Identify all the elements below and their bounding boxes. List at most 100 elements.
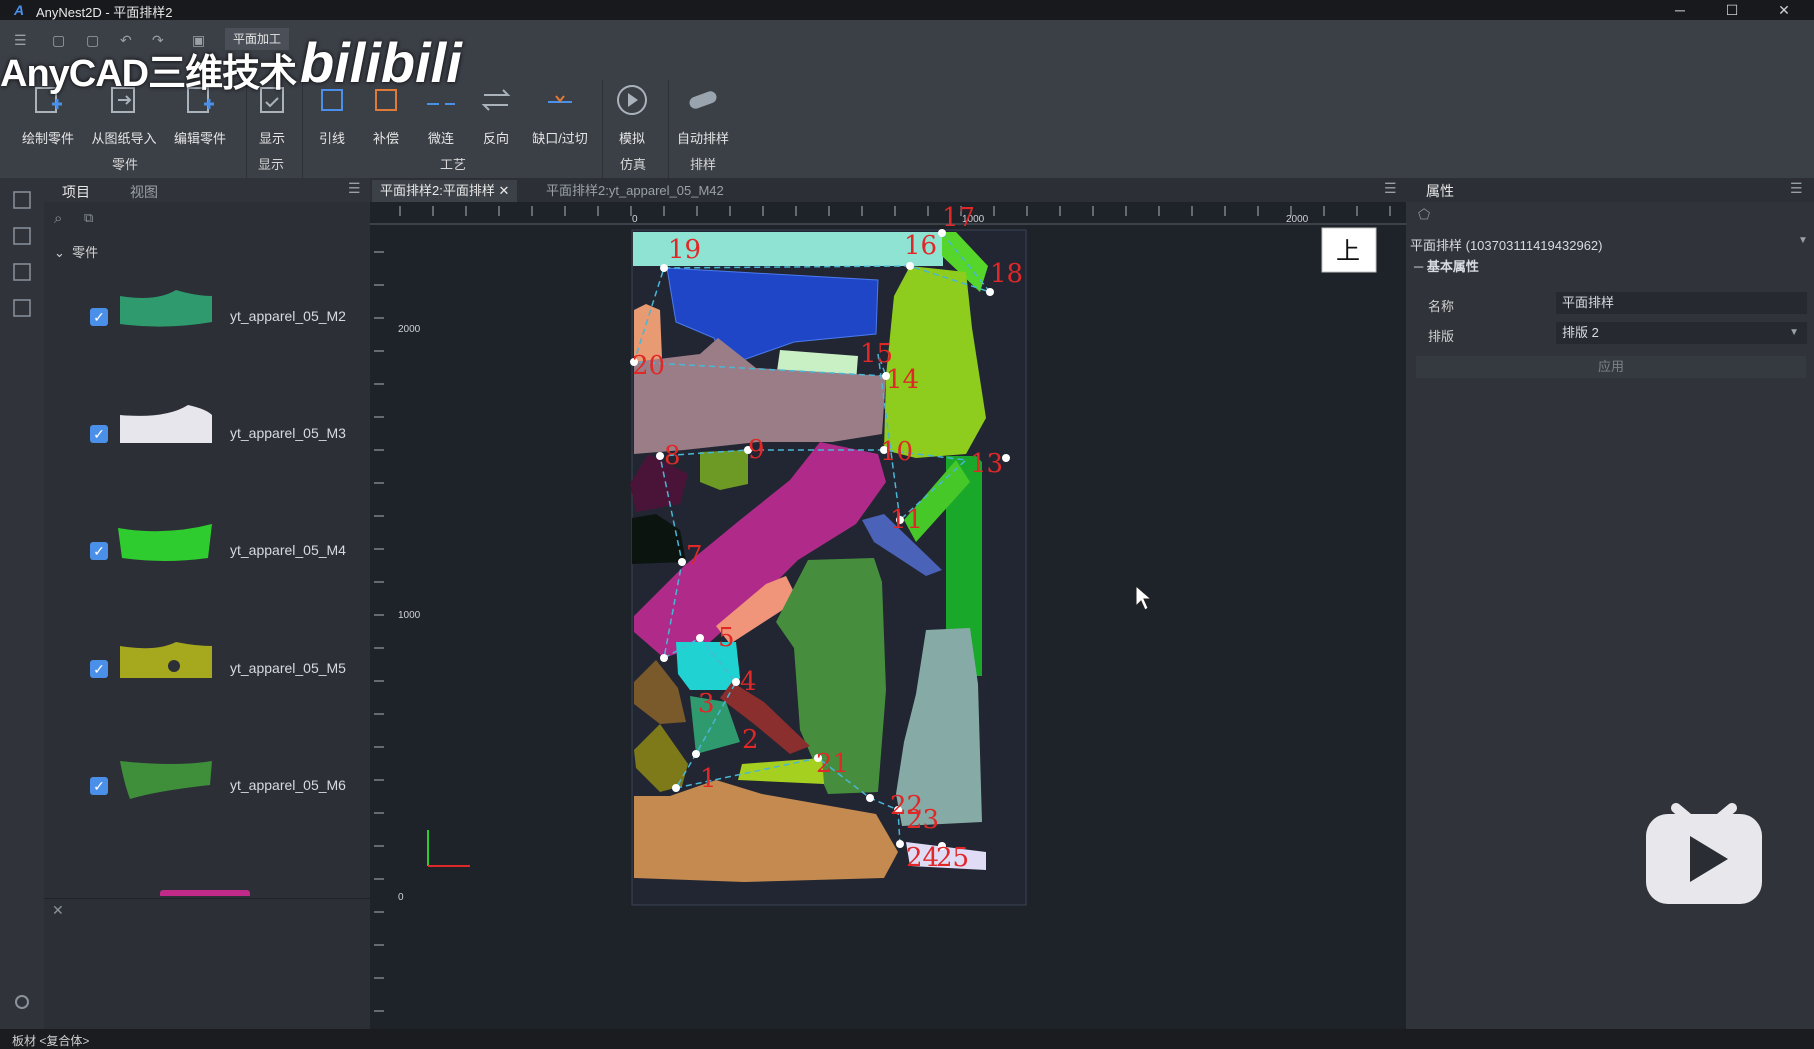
- maximize-button[interactable]: ☐: [1712, 0, 1752, 20]
- object-selector[interactable]: 平面排样 (103703111419432962) ▼: [1406, 232, 1814, 254]
- path-label: 25: [936, 843, 969, 873]
- toolpath-node[interactable]: [660, 654, 668, 662]
- title-bar: A AnyNest2D - 平面排样2 ─ ☐ ✕: [0, 0, 1814, 20]
- tree-root-parts[interactable]: ⌄ 零件: [54, 242, 98, 261]
- group-simulation-label: 仿真: [620, 157, 647, 172]
- notch-button[interactable]: 缺口/过切: [524, 64, 596, 154]
- chevron-down-icon: ▼: [1789, 327, 1799, 338]
- name-field[interactable]: 平面排样: [1556, 292, 1807, 314]
- path-label: 5: [718, 623, 735, 653]
- toolpath-node[interactable]: [896, 840, 904, 848]
- reverse-icon: [481, 89, 511, 111]
- path-label: 8: [664, 441, 681, 471]
- path-label: 9: [748, 435, 765, 465]
- nesting-canvas[interactable]: 平面排样2:平面排样 ✕ 平面排样2:yt_apparel_05_M42 ☰ 0…: [370, 178, 1406, 1029]
- apply-button[interactable]: 应用: [1416, 356, 1806, 378]
- tab-nesting-main[interactable]: 平面排样2:平面排样 ✕: [372, 180, 518, 202]
- project-panel: 项目 视图 ☰ ⌕ ⧉ ⌄ 零件 ✓ yt_apparel_05_M2 ✓ yt…: [44, 178, 408, 1029]
- path-label: 3: [698, 689, 715, 719]
- canvas-menu-icon[interactable]: ☰: [1384, 180, 1397, 197]
- search-icon[interactable]: ⌕: [54, 210, 62, 227]
- path-label: 10: [880, 437, 913, 467]
- part[interactable]: [700, 450, 748, 490]
- ruler-top-label: 0: [632, 214, 638, 225]
- section-basic-properties[interactable]: ─ 基本属性: [1414, 256, 1479, 275]
- path-label: 2: [742, 725, 759, 755]
- path-label: 20: [632, 351, 665, 381]
- layers-icon[interactable]: [12, 262, 32, 282]
- auto-nest-icon: [689, 91, 717, 109]
- toolpath-node[interactable]: [732, 678, 740, 686]
- ruler-left-label: 2000: [398, 324, 421, 335]
- tab-view[interactable]: 视图: [130, 182, 158, 202]
- toolpath-node[interactable]: [656, 452, 664, 460]
- panel-menu-icon[interactable]: ☰: [348, 180, 361, 197]
- group-nesting-label: 排样: [690, 157, 717, 172]
- part-thumbnail-icon: [118, 524, 212, 561]
- view-cube-label: 上: [1336, 237, 1360, 265]
- path-label: 17: [942, 203, 975, 233]
- reverse-button[interactable]: 反向: [460, 64, 532, 154]
- checkbox[interactable]: ✓: [90, 777, 108, 795]
- ruler-left-ticks: [374, 251, 384, 1012]
- toolpath-node[interactable]: [906, 262, 914, 270]
- simulate-button[interactable]: 模拟: [596, 64, 668, 154]
- tree-icon[interactable]: [12, 190, 32, 210]
- toolpath-node[interactable]: [866, 794, 874, 802]
- list-item[interactable]: ✓ yt_apparel_05_M3: [44, 387, 354, 487]
- checkbox[interactable]: ✓: [90, 542, 108, 560]
- toolpath-node[interactable]: [678, 558, 686, 566]
- chevron-down-icon: ▼: [1798, 235, 1808, 246]
- notch-icon: [548, 95, 572, 103]
- auto-nest-button[interactable]: 自动排样: [667, 64, 739, 154]
- copy-icon[interactable]: ⧉: [84, 210, 93, 226]
- ruler-top-label: 2000: [1286, 214, 1309, 225]
- path-label: 13: [970, 449, 1003, 479]
- close-button[interactable]: ✕: [1764, 0, 1804, 20]
- layout-label: 排版: [1428, 329, 1455, 344]
- checkbox[interactable]: ✓: [90, 660, 108, 678]
- canvas-drawing[interactable]: 0 1000 2000 2000 1000 0 1 2 3 4 5 7 8 9 …: [370, 202, 1406, 1029]
- panel-menu-icon[interactable]: ☰: [1790, 180, 1803, 197]
- path-label: 14: [886, 365, 919, 395]
- list-item[interactable]: ✓ yt_apparel_05_M5: [44, 622, 354, 722]
- axis-indicator: [427, 830, 470, 867]
- part-thumbnail-icon: [120, 761, 212, 799]
- status-text: 板材 <复合体>: [12, 1034, 90, 1048]
- part-thumbnail-icon: [120, 642, 212, 678]
- gear-icon[interactable]: [12, 992, 32, 1012]
- properties-panel: 属性 ☰ ⬠ 平面排样 (103703111419432962) ▼ ─ 基本属…: [1406, 178, 1814, 1029]
- sheet-icon[interactable]: [12, 298, 32, 318]
- path-label: 1: [700, 764, 717, 794]
- chevron-down-icon: ⌄: [54, 245, 73, 260]
- checkbox[interactable]: ✓: [90, 425, 108, 443]
- list-item[interactable]: ✓ yt_apparel_05_M6: [44, 739, 354, 839]
- toolpath-node[interactable]: [1002, 454, 1010, 462]
- minimize-button[interactable]: ─: [1660, 0, 1700, 20]
- tab-properties[interactable]: 属性: [1426, 181, 1454, 201]
- part-thumbnail-icon: [120, 290, 212, 327]
- tab-nesting-part[interactable]: 平面排样2:yt_apparel_05_M42: [538, 180, 732, 202]
- group-process-label: 工艺: [440, 157, 467, 172]
- list-icon[interactable]: [12, 226, 32, 246]
- close-tab-icon[interactable]: ✕: [498, 183, 509, 198]
- toolpath-node[interactable]: [692, 750, 700, 758]
- group-display-label: 显示: [258, 157, 285, 172]
- path-label: 24: [906, 843, 939, 873]
- toolpath-node[interactable]: [672, 784, 680, 792]
- collapse-icon[interactable]: ✕: [52, 902, 64, 919]
- mouse-cursor-icon: [1135, 584, 1153, 611]
- group-part-label: 零件: [112, 157, 139, 172]
- collapse-icon: ─: [1414, 259, 1427, 274]
- list-item[interactable]: ✓ yt_apparel_05_M2: [44, 270, 354, 370]
- watermark-text: AnyCAD三维技术: [0, 53, 297, 95]
- checkbox[interactable]: ✓: [90, 308, 108, 326]
- list-item[interactable]: ✓ yt_apparel_05_M4: [44, 504, 354, 604]
- part-thumbnail-icon: [120, 405, 212, 443]
- toolpath-node[interactable]: [660, 264, 668, 272]
- tab-project[interactable]: 项目: [62, 182, 90, 202]
- layout-select[interactable]: 排版 2 ▼: [1556, 322, 1807, 344]
- toolpath-node[interactable]: [986, 288, 994, 296]
- toolpath-node[interactable]: [696, 634, 704, 642]
- pin-icon[interactable]: ⬠: [1418, 206, 1430, 223]
